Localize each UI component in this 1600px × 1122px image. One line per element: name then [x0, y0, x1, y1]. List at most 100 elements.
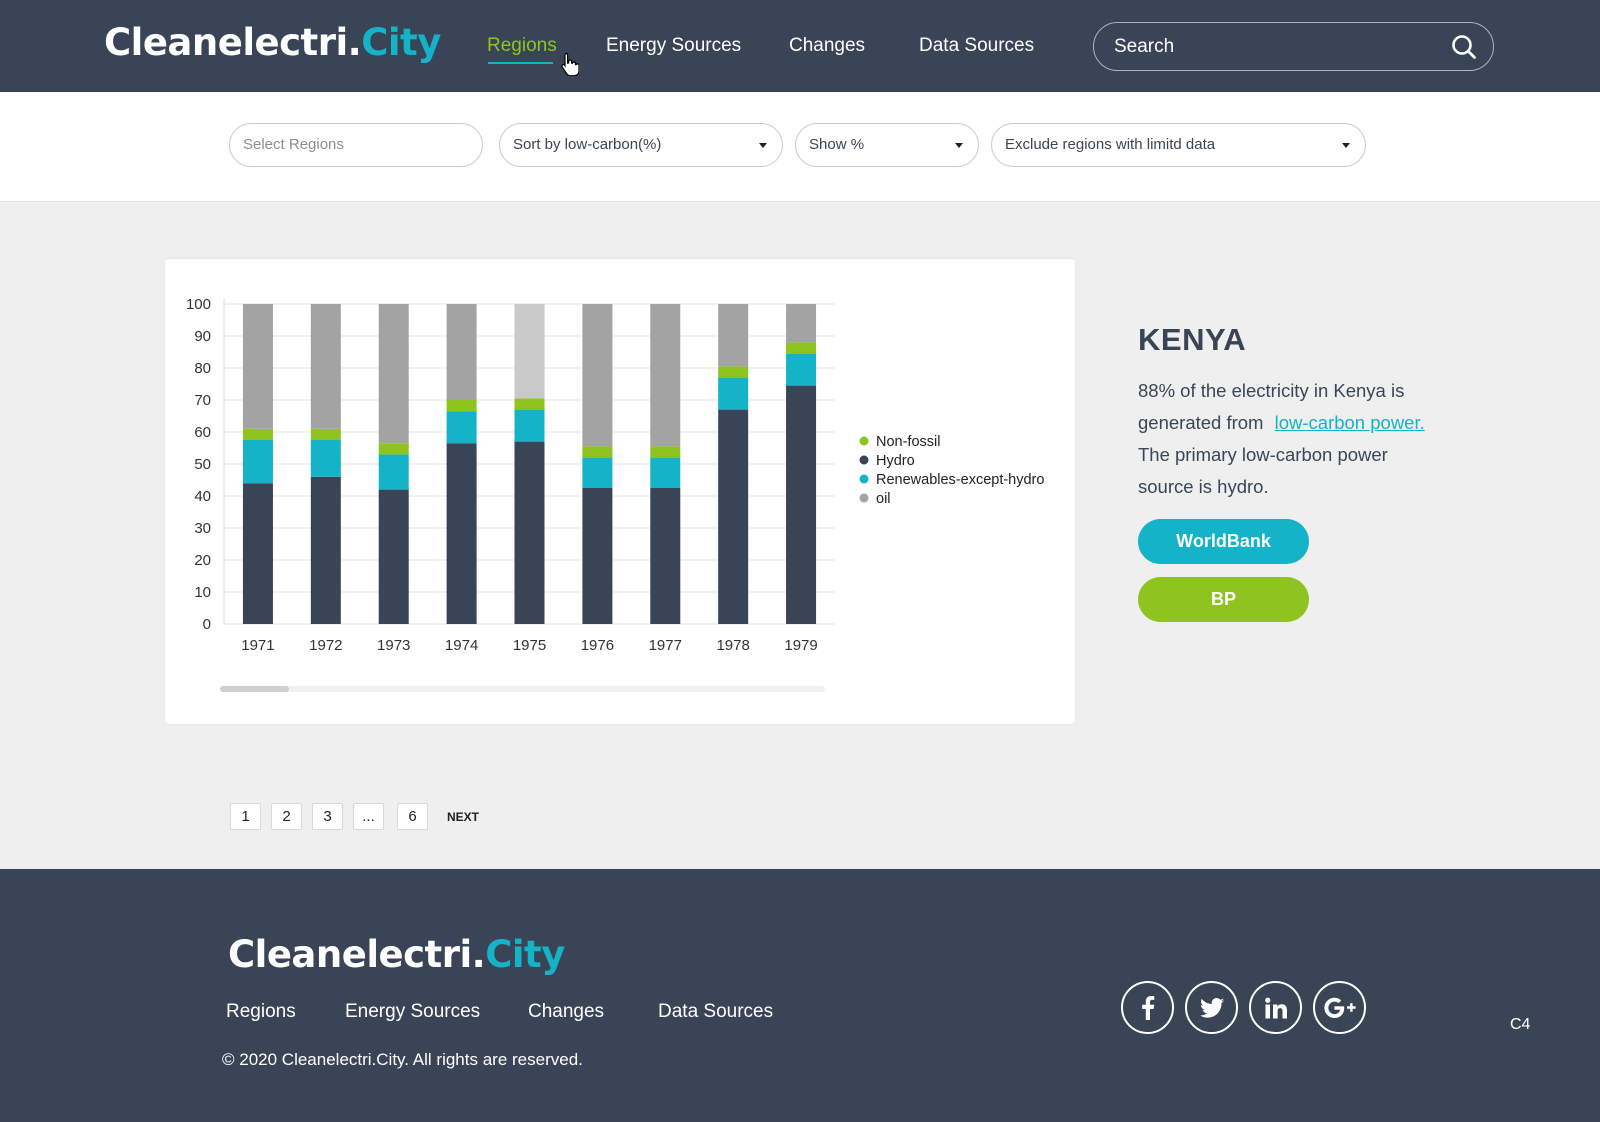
bar-segment-hydro[interactable]	[582, 488, 613, 624]
nav-energy-sources[interactable]: Energy Sources	[606, 35, 741, 57]
bar-segment-hydro[interactable]	[242, 483, 273, 624]
bar-segment-non-fossil[interactable]	[514, 398, 545, 410]
y-tick-label: 90	[194, 328, 211, 345]
footer-logo-main: Cleanelectri.	[228, 933, 486, 976]
filter-bar: Select Regions Sort by low-carbon(%) Sho…	[0, 92, 1600, 202]
stacked-bar-chart: 0 10 20 30 40 50 60 70 80 90 100 1971 1972 1973 1974 19…	[186, 296, 1044, 654]
copyright-text: © 2020 Cleanelectri.City. All rights are…	[222, 1050, 583, 1069]
search-icon[interactable]	[1451, 34, 1477, 60]
bar-segment-renewables-except-hydro[interactable]	[582, 457, 613, 488]
bar-segment-non-fossil[interactable]	[650, 446, 681, 458]
twitter-button[interactable]	[1185, 981, 1238, 1034]
x-tick-label: 1975	[513, 637, 546, 654]
sort-dropdown[interactable]: Sort by low-carbon(%)	[499, 123, 783, 167]
y-tick-label: 60	[194, 424, 211, 441]
footer-logo[interactable]: Cleanelectri.City	[228, 933, 565, 976]
bp-button[interactable]: BP	[1138, 577, 1309, 622]
footer-code: C4	[1510, 1016, 1531, 1033]
caret-down-icon	[1342, 143, 1350, 148]
search-input[interactable]	[1114, 33, 1434, 61]
site-logo[interactable]: Cleanelectri.City	[104, 21, 441, 64]
nav-regions[interactable]: Regions	[487, 35, 557, 57]
bar-segment-oil[interactable]	[582, 304, 613, 447]
linkedin-button[interactable]	[1249, 981, 1302, 1034]
footer-nav-regions[interactable]: Regions	[226, 1001, 296, 1023]
show-dropdown[interactable]: Show %	[795, 123, 979, 167]
low-carbon-link[interactable]: low-carbon power.	[1275, 412, 1425, 433]
bar-segment-oil[interactable]	[718, 304, 749, 367]
worldbank-button[interactable]: WorldBank	[1138, 519, 1309, 564]
bar-segment-oil[interactable]	[310, 304, 341, 429]
region-title: KENYA	[1138, 322, 1247, 357]
bar-segment-renewables-except-hydro[interactable]	[718, 377, 749, 410]
exclude-dropdown-value: Exclude regions with limitd data	[1005, 136, 1216, 153]
facebook-icon	[1141, 995, 1154, 1020]
chart-scrollbar[interactable]	[220, 686, 825, 692]
bar-segment-renewables-except-hydro[interactable]	[650, 457, 681, 488]
description-tail: The primary low-carbon power source is h…	[1138, 444, 1388, 497]
bar-segment-renewables-except-hydro[interactable]	[310, 440, 341, 477]
facebook-button[interactable]	[1121, 981, 1174, 1034]
page-ellipsis[interactable]: ...	[353, 803, 384, 830]
x-tick-label: 1979	[784, 637, 817, 654]
bar-segment-renewables-except-hydro[interactable]	[786, 353, 817, 386]
bar-segment-oil[interactable]	[514, 304, 545, 399]
legend-label: Non-fossil	[876, 434, 940, 450]
bar-segment-hydro[interactable]	[786, 385, 817, 624]
bar-segment-non-fossil[interactable]	[446, 400, 477, 412]
bar-segment-renewables-except-hydro[interactable]	[514, 409, 545, 442]
page-2-button[interactable]: 2	[271, 803, 302, 830]
legend-dot	[859, 436, 869, 446]
y-tick-label: 0	[203, 616, 211, 633]
bar-segment-renewables-except-hydro[interactable]	[242, 440, 273, 484]
page-6-button[interactable]: 6	[397, 803, 428, 830]
bar-segment-hydro[interactable]	[310, 476, 341, 624]
legend-dot	[859, 493, 869, 503]
select-regions-placeholder: Select Regions	[243, 136, 344, 153]
exclude-dropdown[interactable]: Exclude regions with limitd data	[991, 123, 1366, 167]
nav-changes[interactable]: Changes	[789, 35, 865, 57]
bar-segment-hydro[interactable]	[446, 443, 477, 624]
bar-segment-non-fossil[interactable]	[310, 428, 341, 440]
bar-segment-hydro[interactable]	[514, 441, 545, 624]
bar-segment-non-fossil[interactable]	[718, 366, 749, 378]
legend-label: Hydro	[876, 453, 915, 469]
page-3-button[interactable]: 3	[312, 803, 343, 830]
bar-segment-hydro[interactable]	[718, 409, 749, 624]
next-page-button[interactable]: NEXT	[447, 810, 479, 824]
bar-segment-oil[interactable]	[378, 304, 409, 444]
bar-segment-oil[interactable]	[650, 304, 681, 447]
bar-segment-hydro[interactable]	[650, 488, 681, 624]
bar-segment-non-fossil[interactable]	[242, 428, 273, 440]
show-dropdown-value: Show %	[809, 136, 865, 153]
bar-segment-non-fossil[interactable]	[582, 446, 613, 458]
y-tick-label: 80	[194, 360, 211, 377]
bar-segment-oil[interactable]	[242, 304, 273, 429]
footer-nav-energy-sources[interactable]: Energy Sources	[345, 1001, 480, 1023]
legend-dot	[859, 455, 869, 465]
page-1-button[interactable]: 1	[230, 803, 261, 830]
region-description: 88% of the electricity in Kenya is gener…	[1138, 375, 1438, 503]
chart-scrollbar-thumb[interactable]	[220, 686, 289, 692]
bar-segment-hydro[interactable]	[378, 489, 409, 624]
hand-cursor-icon	[561, 52, 579, 76]
y-tick-label: 100	[186, 296, 211, 313]
caret-down-icon	[955, 143, 963, 148]
google-plus-button[interactable]	[1313, 981, 1366, 1034]
x-tick-label: 1977	[649, 637, 682, 654]
nav-active-underline	[488, 62, 553, 64]
footer-nav-changes[interactable]: Changes	[528, 1001, 604, 1023]
bar-segment-non-fossil[interactable]	[786, 342, 817, 354]
footer-nav-data-sources[interactable]: Data Sources	[658, 1001, 773, 1023]
caret-down-icon	[759, 143, 767, 148]
bar-segment-renewables-except-hydro[interactable]	[446, 411, 477, 444]
bar-segment-renewables-except-hydro[interactable]	[378, 454, 409, 490]
y-tick-label: 40	[194, 488, 211, 505]
bar-segment-oil[interactable]	[446, 304, 477, 400]
bar-segment-non-fossil[interactable]	[378, 443, 409, 455]
bar-segment-oil[interactable]	[786, 304, 817, 343]
select-regions-input[interactable]: Select Regions	[229, 123, 483, 167]
legend-label: oil	[876, 491, 891, 507]
nav-data-sources[interactable]: Data Sources	[919, 35, 1034, 57]
logo-accent-text: City	[361, 21, 441, 64]
